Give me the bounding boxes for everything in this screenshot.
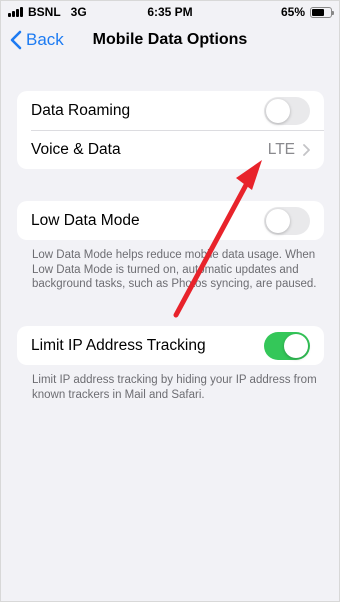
chevron-right-icon — [303, 143, 310, 156]
battery-percent: 65% — [280, 5, 305, 19]
limit-ip-label: Limit IP Address Tracking — [31, 336, 206, 354]
low-data-mode-label: Low Data Mode — [31, 211, 140, 229]
voice-data-label: Voice & Data — [31, 140, 121, 158]
data-roaming-row: Data Roaming — [17, 91, 324, 130]
voice-data-row[interactable]: Voice & Data LTE — [17, 130, 324, 169]
battery-info: 65% — [280, 5, 334, 19]
data-roaming-label: Data Roaming — [31, 101, 131, 119]
voice-data-current: LTE — [267, 140, 295, 158]
navigation-bar: Back Mobile Data Options — [0, 24, 340, 58]
limit-ip-footnote: Limit IP address tracking by hiding your… — [32, 374, 317, 401]
status-bar: BSNL 3G 6:35 PM 65% — [0, 0, 340, 24]
battery-icon — [310, 6, 334, 18]
low-data-group: Low Data Mode — [17, 201, 324, 240]
ip-tracking-group: Limit IP Address Tracking — [17, 326, 324, 365]
limit-ip-row: Limit IP Address Tracking — [17, 326, 324, 365]
battery-level-fill — [312, 8, 324, 16]
low-data-mode-footnote: Low Data Mode helps reduce mobile data u… — [32, 249, 317, 290]
low-data-mode-row: Low Data Mode — [17, 201, 324, 240]
page-title: Mobile Data Options — [92, 31, 248, 48]
roaming-group: Data Roaming Voice & Data LTE — [17, 91, 324, 169]
data-roaming-toggle[interactable] — [264, 96, 310, 125]
low-data-mode-toggle[interactable] — [264, 206, 310, 235]
limit-ip-toggle[interactable] — [264, 331, 310, 360]
voice-data-value: LTE — [268, 141, 310, 159]
